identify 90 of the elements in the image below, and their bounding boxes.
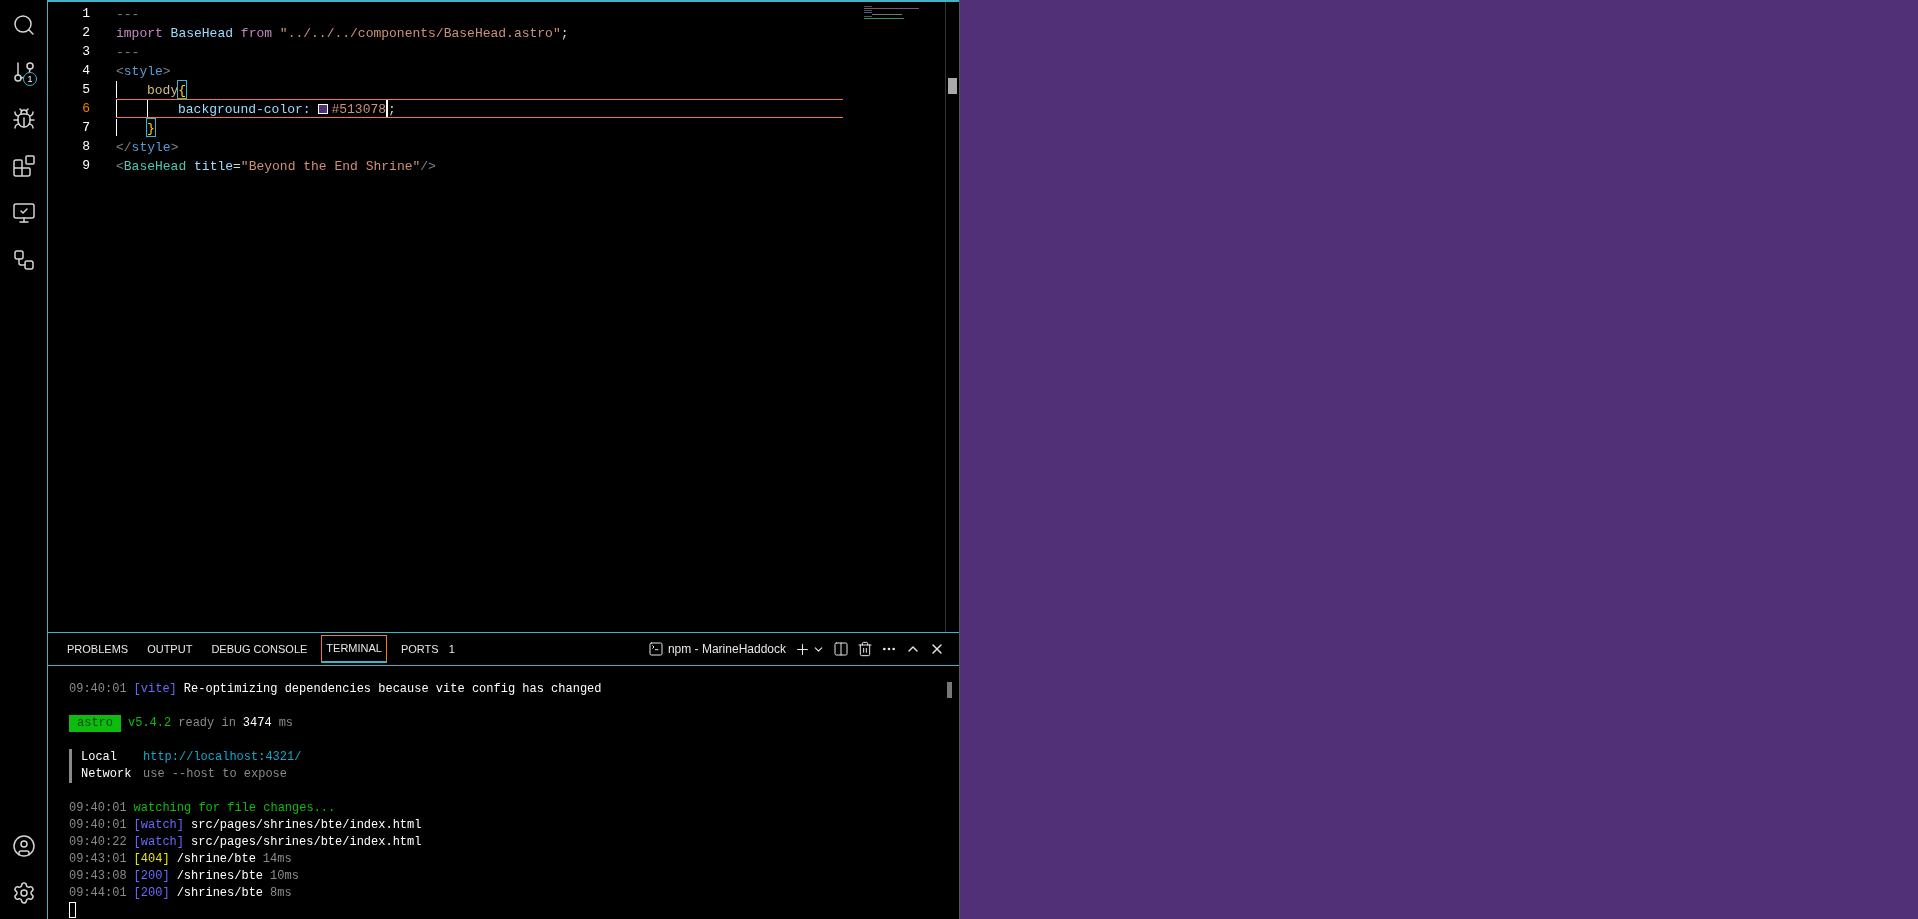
line-number: 6 — [81, 100, 90, 118]
code-token: /> — [420, 158, 436, 174]
terminal-text: 10ms — [270, 868, 299, 885]
terminal-text: /shrine/bte — [176, 851, 256, 868]
code-token: } — [147, 119, 155, 136]
line-number: 4 — [81, 62, 90, 80]
terminal-text: [200] — [133, 885, 170, 902]
code-token: import — [116, 25, 164, 41]
terminal-text: /shrines/bte — [176, 885, 264, 902]
terminal-text: /shrines/bte — [176, 868, 264, 885]
search-icon[interactable] — [11, 12, 36, 37]
branch-icon[interactable] — [11, 59, 36, 84]
panel-tab[interactable]: OUTPUT — [142, 635, 198, 663]
terminal-text: 09:40:01 — [69, 681, 127, 698]
terminal-text: watching for file changes... — [133, 800, 336, 817]
terminal-text: use --host to expose — [143, 766, 288, 783]
code-token: > — [170, 139, 179, 155]
line-number: 9 — [81, 157, 90, 175]
code-token: = — [233, 158, 241, 174]
code-token: ; — [388, 101, 396, 117]
code-token: BaseHead — [170, 25, 235, 41]
terminal-text: 8ms — [270, 885, 292, 902]
line-number: 8 — [81, 138, 90, 156]
terminal-text: 09:40:01 — [69, 800, 127, 817]
line-number: 2 — [81, 24, 90, 42]
code-token: background-color: — [178, 101, 312, 117]
code-token: --- — [116, 6, 140, 22]
line-number: 1 — [81, 5, 90, 23]
code-token: { — [178, 81, 187, 98]
line-number: 5 — [81, 81, 90, 99]
terminal-text: 09:40:22 — [69, 834, 127, 851]
terminal-text: 3474 — [242, 715, 272, 732]
terminal-text: 14ms — [262, 851, 292, 868]
terminal-text: 09:44:01 — [69, 885, 127, 902]
code-token: body — [147, 82, 179, 98]
code-token: from — [240, 25, 274, 41]
panel-tab[interactable]: TERMINAL — [321, 635, 387, 663]
color-swatch[interactable] — [318, 103, 329, 114]
terminal-text: [200] — [133, 868, 170, 885]
code-token: title — [194, 158, 234, 174]
code-token: --- — [116, 44, 140, 60]
terminal-text: v5.4.2 — [128, 715, 172, 732]
code-token: "Beyond the End Shrine" — [240, 158, 421, 174]
code-token: < — [116, 63, 124, 79]
terminal-text: Network — [81, 766, 133, 783]
account-icon[interactable] — [11, 833, 36, 858]
terminal-text: 09:40:01 — [69, 817, 127, 834]
terminal-text: 09:43:01 — [69, 851, 127, 868]
terminal-text: src/pages/shrines/bte/index.html — [191, 834, 422, 851]
trash-icon[interactable] — [857, 641, 873, 657]
port-count: 1 — [448, 641, 455, 657]
panel-tab[interactable]: PROBLEMS — [62, 635, 134, 663]
blocks-icon[interactable] — [11, 153, 36, 178]
terminal-text: Local — [81, 749, 118, 766]
panel-tab[interactable]: DEBUG CONSOLE — [206, 635, 313, 663]
code-token: style — [131, 139, 171, 155]
terminal-name[interactable]: npm - MarineHaddock — [667, 640, 786, 658]
terminal-text: [watch] — [133, 834, 185, 851]
terminal-text: Re-optimizing dependencies because vite config has changed — [183, 681, 602, 698]
terminal-text: ms — [278, 715, 294, 732]
panel-tab[interactable]: PORTS 1 — [395, 635, 460, 663]
line-number: 3 — [81, 43, 90, 61]
terminal-text: ready in — [178, 715, 236, 732]
settings-icon[interactable] — [11, 880, 36, 905]
line-number: 7 — [81, 119, 90, 137]
split-icon[interactable] — [833, 641, 849, 657]
code-token: "../../../components/BaseHead.astro" — [279, 25, 561, 41]
code-token: BaseHead — [123, 158, 188, 174]
monitor-icon[interactable] — [11, 200, 36, 225]
scrollbar-thumb[interactable] — [948, 78, 957, 94]
code-token: ; — [560, 25, 569, 41]
terminal-text: 09:43:08 — [69, 868, 127, 885]
terminal-text: src/pages/shrines/bte/index.html — [191, 817, 422, 834]
text-cursor — [386, 100, 389, 117]
terminal-text: [404] — [133, 851, 170, 868]
terminal-text: http://localhost:4321/ — [143, 749, 302, 766]
scrollbar-thumb[interactable] — [947, 682, 952, 698]
code-token: < — [116, 158, 124, 174]
code-token: </ — [116, 139, 132, 155]
terminal-icon[interactable] — [647, 641, 664, 657]
bug-icon[interactable] — [11, 106, 36, 131]
astro-badge: astro — [69, 715, 121, 732]
badge: 1 — [23, 72, 37, 86]
code-token: style — [123, 63, 163, 79]
code-token: #513078 — [331, 101, 387, 117]
terminal-text: [vite] — [133, 681, 177, 698]
terminal-cursor — [69, 902, 76, 918]
code-token: > — [162, 63, 171, 79]
terminal-text: [watch] — [133, 817, 185, 834]
workflow-icon[interactable] — [11, 247, 36, 272]
